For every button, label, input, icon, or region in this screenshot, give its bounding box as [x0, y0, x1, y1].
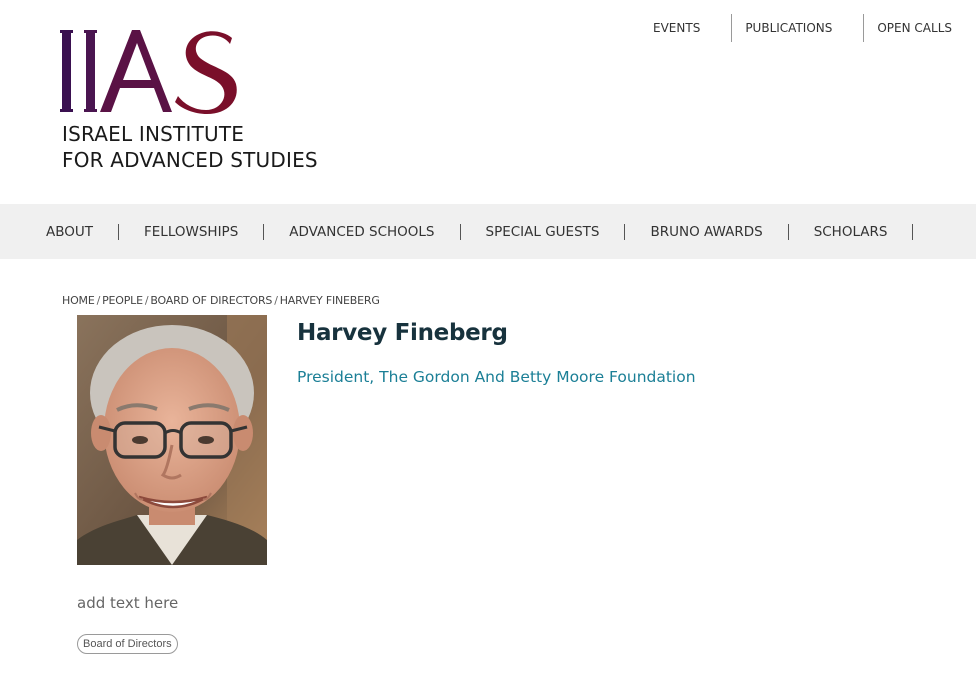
logo-text-line2: FOR ADVANCED STUDIES — [62, 148, 318, 172]
site-logo[interactable]: ISRAEL INSTITUTE FOR ADVANCED STUDIES — [60, 26, 320, 176]
main-nav-bruno-awards[interactable]: BRUNO AWARDS — [633, 224, 779, 240]
breadcrumb-board-of-directors[interactable]: BOARD OF DIRECTORS — [150, 294, 272, 307]
main-nav-divider — [624, 223, 626, 240]
main-nav-advanced-schools[interactable]: ADVANCED SCHOOLS — [272, 224, 451, 240]
breadcrumb-separator: / — [274, 294, 278, 307]
category-tag[interactable]: Board of Directors — [77, 634, 178, 654]
person-title: President, The Gordon And Betty Moore Fo… — [297, 368, 696, 386]
breadcrumb-current: HARVEY FINEBERG — [279, 294, 380, 307]
main-nav-scholars[interactable]: SCHOLARS — [797, 224, 905, 240]
main-nav-fellowships[interactable]: FELLOWSHIPS — [127, 224, 255, 240]
top-nav-publications[interactable]: PUBLICATIONS — [732, 14, 863, 42]
main-nav-divider — [118, 223, 120, 240]
breadcrumb-home[interactable]: HOME — [62, 294, 95, 307]
top-utility-nav: EVENTS PUBLICATIONS OPEN CALLS — [641, 14, 962, 42]
top-nav-open-calls[interactable]: OPEN CALLS — [864, 14, 962, 42]
main-nav: ABOUT FELLOWSHIPS ADVANCED SCHOOLS SPECI… — [0, 204, 976, 259]
breadcrumb: HOME / PEOPLE / BOARD OF DIRECTORS / HARVEY FI… — [62, 294, 380, 307]
breadcrumb-people[interactable]: PEOPLE — [102, 294, 143, 307]
logo-text-line1: ISRAEL INSTITUTE — [62, 122, 245, 146]
main-nav-divider — [459, 223, 461, 240]
main-nav-divider — [263, 223, 265, 240]
main-nav-special-guests[interactable]: SPECIAL GUESTS — [469, 224, 617, 240]
breadcrumb-separator: / — [96, 294, 101, 307]
profile-photo — [77, 315, 267, 565]
main-nav-divider — [787, 223, 789, 240]
main-nav-about[interactable]: ABOUT — [29, 224, 110, 240]
top-nav-events[interactable]: EVENTS — [641, 14, 731, 42]
person-bio: add text here — [77, 594, 179, 612]
main-nav-divider — [912, 223, 914, 240]
person-name: Harvey Fineberg — [297, 320, 508, 346]
iias-logo-mark — [60, 30, 237, 114]
